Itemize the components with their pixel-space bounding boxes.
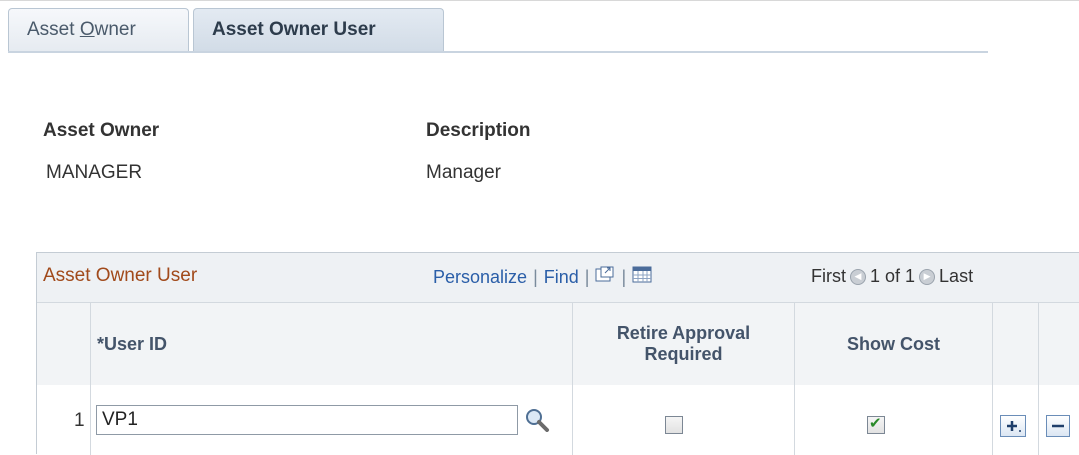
tab-asset-owner-user-label: Asset Owner User: [212, 19, 376, 40]
download-spreadsheet-icon[interactable]: [632, 266, 652, 289]
tab-asset-owner-user[interactable]: Asset Owner User: [193, 8, 444, 51]
separator: |: [584, 267, 590, 287]
user-id-header: *User ID: [91, 303, 573, 385]
previous-icon[interactable]: ◀: [850, 268, 866, 285]
row-number-header: [37, 303, 91, 385]
grid-title: Asset Owner User: [43, 265, 198, 286]
show-cost-header: Show Cost: [795, 303, 993, 385]
lookup-icon[interactable]: [524, 408, 550, 437]
tab-asset-owner-label: Asset Owner: [27, 19, 136, 40]
minus-icon: [1052, 424, 1064, 428]
grid-header-bar: Asset Owner User Personalize | Find | |: [37, 253, 1079, 303]
find-link[interactable]: Find: [544, 267, 579, 288]
description-value: Manager: [426, 162, 501, 183]
last-link[interactable]: Last: [939, 266, 973, 287]
asset-owner-label: Asset Owner: [43, 120, 160, 141]
retire-approval-cell: [573, 385, 795, 455]
add-row-header: [993, 303, 1039, 385]
asset-owner-value: MANAGER: [46, 162, 143, 183]
show-cost-cell: [795, 385, 993, 455]
delete-row-header: [1039, 303, 1079, 385]
tab-underline: [8, 51, 988, 53]
show-cost-checkbox[interactable]: [867, 414, 885, 434]
view-all-icon[interactable]: [595, 266, 615, 289]
first-link[interactable]: First: [811, 266, 846, 287]
add-row-button[interactable]: [1000, 415, 1026, 437]
top-border: [0, 0, 1079, 1]
retire-approval-header: Retire Approval Required: [573, 303, 795, 385]
delete-row-button[interactable]: [1046, 415, 1070, 437]
personalize-link[interactable]: Personalize: [433, 267, 527, 288]
retire-approval-checkbox[interactable]: [665, 416, 683, 434]
plus-icon: [1007, 421, 1021, 432]
separator: |: [621, 267, 627, 287]
row-count: 1 of 1: [870, 266, 916, 286]
description-label: Description: [426, 120, 531, 141]
tab-bar: Asset Owner Asset Owner User: [8, 8, 448, 52]
row-number: 1: [74, 410, 85, 431]
user-id-input[interactable]: [96, 405, 518, 435]
tab-asset-owner[interactable]: Asset Owner: [8, 8, 189, 51]
next-icon[interactable]: ▶: [919, 268, 936, 285]
separator: |: [533, 267, 538, 287]
grid-toolbar: Personalize | Find | |: [433, 266, 652, 289]
grid-pager: First ◀ 1 of 1 ▶ Last: [811, 266, 973, 287]
